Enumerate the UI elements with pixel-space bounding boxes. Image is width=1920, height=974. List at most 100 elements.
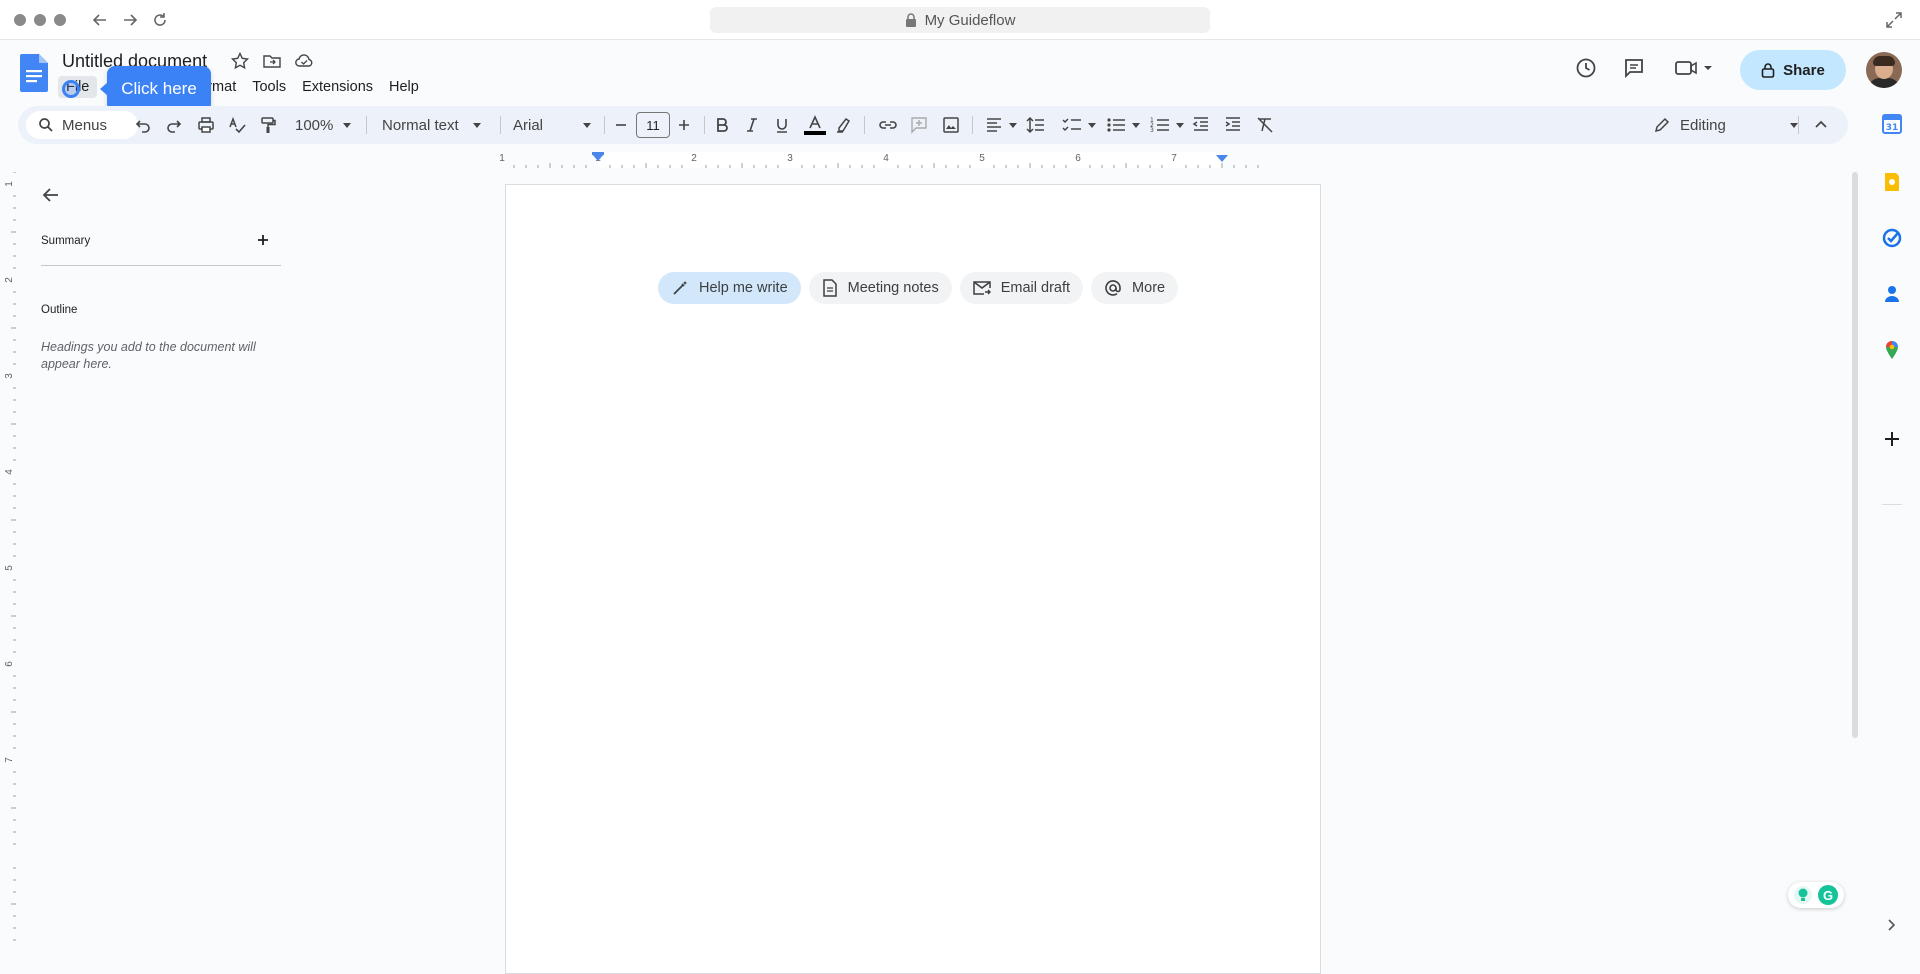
increase-font-size-icon[interactable]: [677, 106, 691, 144]
chip-label: Email draft: [1000, 280, 1071, 296]
horizontal-ruler[interactable]: 11234567: [500, 152, 1320, 168]
star-icon[interactable]: [230, 51, 250, 71]
print-icon[interactable]: [197, 106, 215, 144]
bulleted-list-select[interactable]: [1106, 106, 1140, 144]
bold-icon[interactable]: [714, 106, 730, 144]
redo-icon[interactable]: [165, 106, 183, 144]
window-minimize-dot[interactable]: [34, 14, 46, 26]
divider: [972, 116, 973, 134]
decrease-font-size-icon[interactable]: [614, 106, 628, 144]
search-menus-label: Menus: [62, 116, 108, 134]
line-spacing-icon[interactable]: [1026, 106, 1046, 144]
italic-icon[interactable]: [744, 106, 760, 144]
font-select[interactable]: Arial: [513, 106, 591, 144]
divider: [864, 116, 865, 134]
spellcheck-icon[interactable]: [228, 106, 246, 144]
add-summary-icon[interactable]: [255, 232, 271, 248]
ruler-label: 3: [787, 153, 793, 164]
chevron-down-icon: [1176, 122, 1184, 128]
expand-icon[interactable]: [1884, 10, 1904, 30]
highlight-color-icon[interactable]: [834, 106, 852, 144]
calendar-icon[interactable]: 31: [1872, 110, 1912, 138]
grammarly-widget[interactable]: G: [1788, 882, 1844, 908]
summary-heading: Summary: [41, 235, 91, 247]
paint-format-icon[interactable]: [259, 106, 277, 144]
guide-hotspot[interactable]: [62, 80, 80, 98]
chip-label: Help me write: [699, 280, 788, 296]
more-chip[interactable]: More: [1091, 272, 1179, 304]
numbered-list-select[interactable]: 123: [1150, 106, 1184, 144]
ruler-label: 5: [4, 565, 15, 571]
ruler-label: 4: [4, 469, 15, 475]
reload-icon[interactable]: [150, 10, 170, 30]
insert-image-icon[interactable]: [942, 106, 960, 144]
forward-arrow-icon[interactable]: [120, 10, 140, 30]
address-bar[interactable]: My Guideflow: [710, 7, 1210, 33]
pen-sparkle-icon: [671, 279, 689, 297]
zoom-value: 100%: [295, 116, 334, 134]
chevron-down-icon: [583, 122, 591, 128]
meeting-notes-chip[interactable]: Meeting notes: [808, 272, 952, 304]
divider: [604, 116, 605, 134]
editing-mode-select[interactable]: Editing: [1654, 106, 1798, 144]
chevron-down-icon: [1009, 122, 1017, 128]
paragraph-style-value: Normal text: [382, 116, 459, 134]
lock-icon: [1761, 62, 1775, 78]
add-comment-icon[interactable]: [910, 106, 928, 144]
collapse-toolbar-icon[interactable]: [1814, 106, 1828, 144]
move-folder-icon[interactable]: [262, 51, 282, 71]
underline-icon[interactable]: [774, 106, 790, 144]
keep-icon[interactable]: [1872, 168, 1912, 196]
window-zoom-dot[interactable]: [54, 14, 66, 26]
share-button[interactable]: Share: [1740, 50, 1846, 90]
vertical-ruler[interactable]: 11234567: [0, 172, 16, 958]
ruler-label: 7: [1171, 153, 1177, 164]
lightbulb-icon: [1794, 886, 1812, 904]
clear-formatting-icon[interactable]: [1256, 106, 1274, 144]
zoom-select[interactable]: 100%: [295, 106, 352, 144]
svg-text:31: 31: [1886, 123, 1899, 133]
address-text: My Guideflow: [924, 11, 1016, 29]
title-actions: [230, 51, 314, 71]
account-avatar[interactable]: [1866, 52, 1902, 88]
paragraph-style-select[interactable]: Normal text: [382, 106, 481, 144]
contacts-icon[interactable]: [1872, 280, 1912, 308]
tasks-icon[interactable]: [1872, 224, 1912, 252]
version-history-icon[interactable]: [1574, 56, 1598, 80]
text-color-icon[interactable]: [804, 106, 826, 144]
cloud-saved-icon[interactable]: [294, 51, 314, 71]
menu-tools[interactable]: Tools: [244, 76, 294, 98]
tooltip-text: Click here: [121, 79, 197, 98]
comments-icon[interactable]: [1622, 56, 1646, 80]
meet-video-icon[interactable]: [1674, 56, 1714, 80]
decrease-indent-icon[interactable]: [1192, 106, 1210, 144]
browser-chrome: My Guideflow: [0, 0, 1920, 40]
undo-icon[interactable]: [134, 106, 152, 144]
ruler-label: 1: [500, 153, 505, 164]
search-menus[interactable]: Menus: [26, 111, 138, 139]
font-size-input[interactable]: 11: [636, 112, 670, 138]
maps-icon[interactable]: [1872, 336, 1912, 364]
lock-icon: [905, 13, 917, 27]
help-me-write-chip[interactable]: Help me write: [658, 272, 801, 304]
ruler-label: 4: [883, 153, 889, 164]
window-close-dot[interactable]: [14, 14, 26, 26]
search-icon: [38, 117, 54, 133]
add-icon[interactable]: [1872, 425, 1912, 453]
ruler-label: 2: [4, 277, 15, 283]
menu-extensions[interactable]: Extensions: [294, 76, 381, 98]
insert-link-icon[interactable]: [878, 106, 898, 144]
checklist-select[interactable]: [1062, 106, 1096, 144]
increase-indent-icon[interactable]: [1224, 106, 1242, 144]
email-draft-chip[interactable]: Email draft: [959, 272, 1084, 304]
back-arrow-icon[interactable]: [90, 10, 110, 30]
vertical-scrollbar[interactable]: [1852, 172, 1858, 738]
align-select[interactable]: [985, 106, 1017, 144]
divider: [704, 116, 705, 134]
menu-help[interactable]: Help: [381, 76, 427, 98]
chevron-right-icon[interactable]: [1884, 918, 1898, 932]
docs-logo-icon[interactable]: [20, 54, 48, 92]
share-label: Share: [1783, 61, 1825, 79]
formatting-toolbar: Menus 100% Normal text Arial 11 1 2 3 Ed…: [18, 106, 1848, 144]
close-outline-arrow-icon[interactable]: [40, 184, 62, 206]
